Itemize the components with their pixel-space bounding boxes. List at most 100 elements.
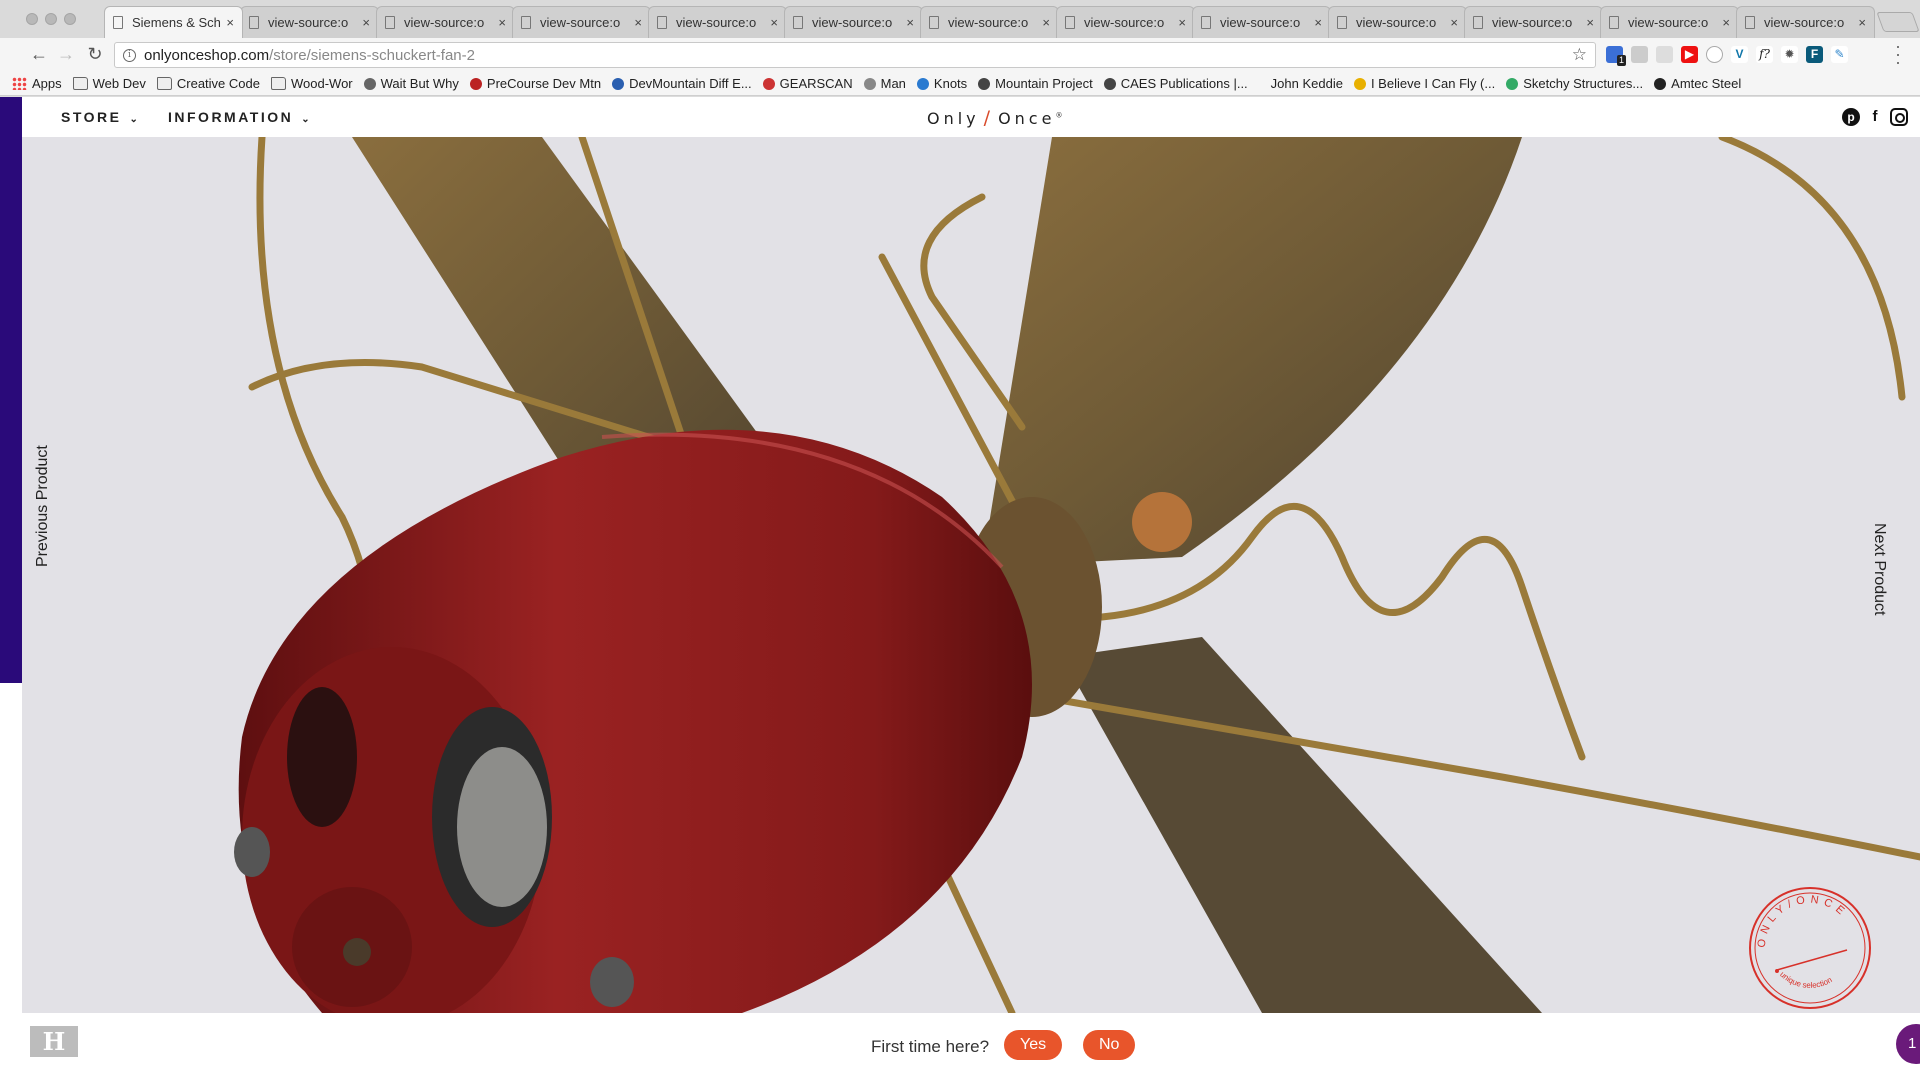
bookmark-item[interactable]: Wood-Wor [270,76,353,91]
bookmark-item[interactable]: DevMountain Diff E... [612,76,752,91]
close-tab-icon[interactable]: × [1314,15,1322,30]
new-tab-button[interactable] [1876,12,1920,32]
reload-button[interactable]: ↻ [84,44,106,65]
tab-title: view-source:o [268,15,349,30]
close-tab-icon[interactable]: × [770,15,778,30]
close-tab-icon[interactable]: × [1586,15,1594,30]
bookmark-item[interactable]: PreCourse Dev Mtn [469,76,601,91]
tab-title: Siemens & Sch [132,15,221,30]
minimize-window-button[interactable] [45,13,57,25]
browser-tab[interactable]: view-source:o × [648,6,787,38]
bug-icon[interactable]: ✹ [1781,46,1798,63]
hotjar-logo-icon[interactable]: H [30,1026,78,1057]
bookmark-item[interactable]: Web Dev [72,76,146,91]
close-tab-icon[interactable]: × [1858,15,1866,30]
tab-title: view-source:o [1764,15,1845,30]
extension-icon[interactable] [1706,46,1723,63]
bookmark-label: Creative Code [176,76,260,91]
instagram-icon[interactable] [1890,108,1908,126]
browser-tab[interactable]: view-source:o × [240,6,379,38]
bookmark-item[interactable]: Mountain Project [978,76,1093,91]
tab-title: view-source:o [404,15,485,30]
function-icon[interactable]: f? [1756,46,1773,63]
extension-icon[interactable]: 1 [1606,46,1626,66]
motor-screw [343,938,371,966]
bookmark-label: John Keddie [1270,76,1343,91]
close-tab-icon[interactable]: × [634,15,642,30]
extension-icon[interactable] [1631,46,1648,63]
bookmark-item[interactable]: John Keddie [1271,76,1343,91]
browser-tab[interactable]: view-source:o × [1736,6,1875,38]
forward-button[interactable]: → [55,44,77,65]
browser-tab[interactable]: view-source:o × [784,6,923,38]
address-bar[interactable]: i onlyonceshop.com/store/siemens-schucke… [114,42,1596,68]
bookmark-item[interactable]: Sketchy Structures... [1506,76,1643,91]
previous-product-link[interactable]: Previous Product [34,445,52,567]
bookmark-item[interactable]: Knots [916,76,967,91]
bookmark-label: Web Dev [92,76,146,91]
next-product-link[interactable]: Next Product [1870,523,1888,615]
close-tab-icon[interactable]: × [498,15,506,30]
bookmark-item[interactable]: Wait But Why [363,76,459,91]
back-button[interactable]: ← [28,44,50,65]
bookmark-item[interactable]: GEARSCAN [762,76,853,91]
feedly-icon[interactable]: F [1806,46,1823,63]
extension-icon[interactable] [1656,46,1673,63]
nav-store[interactable]: STORE ⌄ [61,109,138,125]
close-tab-icon[interactable]: × [1178,15,1186,30]
site-favicon-icon [762,77,775,90]
yes-button[interactable]: Yes [1004,1030,1063,1060]
extensions-area: 1 ▶ V f? ✹ F ✎ [1606,46,1848,66]
facebook-icon[interactable]: f [1866,108,1884,126]
youtube-icon[interactable]: ▶ [1681,46,1698,63]
tab-title: view-source:o [948,15,1029,30]
close-tab-icon[interactable]: × [1450,15,1458,30]
bookmark-item[interactable]: CAES Publications |... [1103,76,1248,91]
chat-widget-button[interactable]: 1 [1896,1024,1920,1064]
browser-tab[interactable]: view-source:o × [1464,6,1603,38]
nav-information[interactable]: INFORMATION ⌄ [168,109,310,125]
page-icon [793,16,803,29]
bookmark-item[interactable]: Apps [12,76,62,91]
site-favicon-icon [612,77,625,90]
info-icon[interactable]: i [123,48,136,62]
browser-tab[interactable]: view-source:o × [1192,6,1331,38]
browser-tab[interactable]: view-source:o × [1328,6,1467,38]
browser-tab[interactable]: view-source:o × [376,6,515,38]
browser-tab[interactable]: Siemens & Sch × [104,6,243,38]
browser-menu-icon[interactable]: · · · [1895,37,1903,71]
first-time-bar: H First time here? Yes No 1 [22,1013,1920,1080]
pinterest-icon[interactable]: p [1842,108,1860,126]
maximize-window-button[interactable] [64,13,76,25]
bookmark-item[interactable]: Amtec Steel [1654,76,1741,91]
tab-title: view-source:o [812,15,893,30]
bookmark-item[interactable]: Man [863,76,906,91]
site-logo[interactable]: Only / Once® [927,107,1066,129]
close-tab-icon[interactable]: × [906,15,914,30]
url-host: onlyonceshop.com [144,46,270,64]
eyedropper-icon[interactable]: ✎ [1831,46,1848,63]
browser-tab[interactable]: view-source:o × [920,6,1059,38]
product-hero-image [22,137,1920,1013]
tab-title: view-source:o [1492,15,1573,30]
bookmark-label: Wood-Wor [290,76,353,91]
bookmark-item[interactable]: Creative Code [156,76,260,91]
browser-tab[interactable]: view-source:o × [512,6,651,38]
close-tab-icon[interactable]: × [1042,15,1050,30]
browser-tab[interactable]: view-source:o × [1056,6,1195,38]
stamp-top-text: ONLY/ONCE [1756,894,1846,949]
apps-grid-icon [12,77,27,90]
close-window-button[interactable] [26,13,38,25]
close-tab-icon[interactable]: × [362,15,370,30]
vimeo-icon[interactable]: V [1731,46,1748,63]
bookmark-star-icon[interactable]: ☆ [1572,45,1587,65]
no-button[interactable]: No [1083,1030,1136,1060]
bookmark-label: Wait But Why [380,76,459,91]
bookmark-item[interactable]: I Believe I Can Fly (... [1353,76,1495,91]
bookmark-label: Apps [32,76,62,91]
browser-tab[interactable]: view-source:o × [1600,6,1739,38]
svg-text:unique selection: unique selection [1778,970,1834,990]
close-tab-icon[interactable]: × [1722,15,1730,30]
close-tab-icon[interactable]: × [226,15,234,30]
site-favicon-icon [1654,77,1667,90]
